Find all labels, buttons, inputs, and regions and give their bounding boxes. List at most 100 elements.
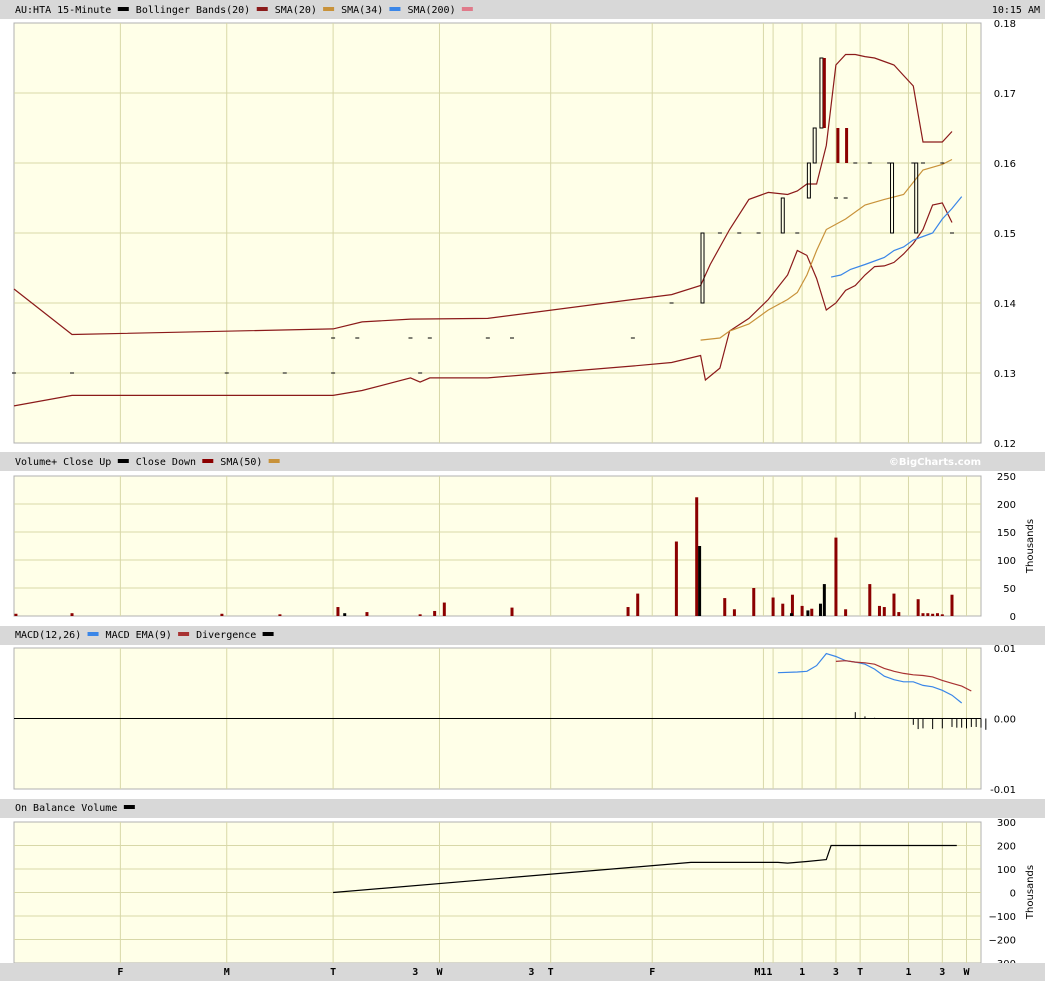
volume-down-bar-1 bbox=[70, 613, 74, 616]
y-tick-label: 50 bbox=[1003, 584, 1016, 595]
y-tick-label: 0 bbox=[1010, 889, 1016, 900]
y-tick-label: −200 bbox=[989, 936, 1016, 947]
volume-up-bar-0 bbox=[343, 613, 347, 616]
y-tick-label: 150 bbox=[997, 528, 1016, 539]
legend-swatch-1 bbox=[202, 459, 214, 463]
volume-down-bar-19 bbox=[790, 594, 794, 616]
macd-legend: MACD(12,26) MACD EMA(9) Divergence bbox=[15, 630, 274, 641]
legend-label-1: MACD EMA(9) bbox=[106, 630, 172, 641]
legend-label-0: MACD(12,26) bbox=[15, 630, 81, 641]
volume-down-bar-35 bbox=[950, 594, 954, 616]
volume-down-bar-16 bbox=[752, 588, 756, 616]
y-tick-label: 0.16 bbox=[994, 159, 1016, 170]
volume-down-bar-13 bbox=[695, 497, 699, 616]
volume-down-bar-7 bbox=[433, 610, 437, 616]
y-tick-label: 0.17 bbox=[994, 89, 1016, 100]
volume-down-bar-20 bbox=[800, 605, 804, 616]
volume-down-bar-32 bbox=[931, 613, 935, 616]
volume-down-bar-17 bbox=[771, 597, 775, 616]
y-tick-label: 200 bbox=[997, 842, 1016, 853]
x-tick-label-6: T bbox=[548, 967, 554, 978]
y-tick-label: 0.13 bbox=[994, 369, 1016, 380]
y-tick-label: 0.18 bbox=[994, 19, 1016, 30]
volume-down-bar-5 bbox=[365, 612, 369, 616]
y-tick-label: 100 bbox=[997, 556, 1016, 567]
legend-swatch-0 bbox=[87, 632, 99, 636]
volume-up-bar-5 bbox=[822, 584, 826, 616]
legend-label-2: SMA(20) bbox=[275, 5, 317, 16]
x-tick-label-7: F bbox=[649, 967, 655, 978]
x-axis-band bbox=[0, 963, 1045, 981]
legend-swatch-1 bbox=[256, 7, 268, 11]
volume-axis-label: Thousands bbox=[1025, 519, 1036, 574]
legend-label-0: Volume+ Close Up bbox=[15, 457, 111, 468]
volume-legend: Volume+ Close Up Close Down SMA(50) bbox=[15, 457, 280, 468]
legend-label-0: AU:HTA 15-Minute bbox=[15, 5, 111, 16]
legend-label-2: SMA(50) bbox=[220, 457, 262, 468]
volume-down-bar-29 bbox=[916, 599, 920, 616]
volume-down-bar-26 bbox=[882, 607, 886, 616]
legend-swatch-1 bbox=[178, 632, 190, 636]
legend-swatch-2 bbox=[262, 632, 274, 636]
obv-legend: On Balance Volume bbox=[15, 803, 135, 814]
volume-down-bar-22 bbox=[834, 537, 838, 616]
brand-watermark: ©BigCharts.com bbox=[889, 457, 981, 468]
legend-swatch-4 bbox=[461, 7, 473, 11]
y-tick-label: −100 bbox=[989, 912, 1016, 923]
y-tick-label: 0.15 bbox=[994, 229, 1016, 240]
legend-swatch-0 bbox=[117, 7, 129, 11]
legend-label-2: Divergence bbox=[196, 630, 256, 641]
legend-label-3: SMA(34) bbox=[341, 5, 383, 16]
x-tick-label-0: F bbox=[117, 967, 123, 978]
volume-down-bar-23 bbox=[844, 609, 848, 616]
volume-down-bar-3 bbox=[278, 614, 282, 616]
volume-down-bar-4 bbox=[336, 607, 340, 616]
x-tick-label-10: 3 bbox=[833, 967, 839, 978]
volume-down-bar-24 bbox=[868, 584, 872, 616]
obv-axis-label: Thousands bbox=[1025, 865, 1036, 920]
volume-down-bar-18 bbox=[781, 603, 785, 616]
legend-label-4: SMA(200) bbox=[407, 5, 455, 16]
x-tick-label-12: 1 bbox=[905, 967, 911, 978]
x-tick-label-1: M bbox=[224, 967, 230, 978]
price-down-bar-1 bbox=[836, 128, 840, 163]
volume-down-bar-15 bbox=[732, 609, 736, 616]
y-tick-label: -0.01 bbox=[990, 785, 1016, 796]
price-down-bar-0 bbox=[822, 58, 826, 128]
legend-label-1: Bollinger Bands(20) bbox=[136, 5, 250, 16]
x-tick-label-9: 1 bbox=[799, 967, 805, 978]
legend-swatch-0 bbox=[117, 459, 129, 463]
legend-swatch-0 bbox=[123, 805, 135, 809]
volume-up-bar-3 bbox=[806, 610, 810, 616]
volume-down-bar-31 bbox=[926, 613, 930, 616]
x-tick-label-11: T bbox=[857, 967, 863, 978]
volume-up-bar-1 bbox=[698, 546, 702, 616]
stock-chart: AU:HTA 15-Minute Bollinger Bands(20) SMA(2… bbox=[0, 0, 1045, 981]
volume-down-bar-28 bbox=[897, 612, 901, 616]
x-tick-label-3: 3 bbox=[412, 967, 418, 978]
legend-label-1: Close Down bbox=[136, 457, 196, 468]
volume-down-bar-27 bbox=[892, 593, 896, 616]
volume-down-bar-10 bbox=[626, 607, 630, 616]
price-down-bar-2 bbox=[845, 128, 849, 163]
legend-swatch-2 bbox=[323, 7, 335, 11]
volume-down-bar-6 bbox=[418, 614, 422, 616]
volume-down-bar-30 bbox=[921, 613, 925, 616]
legend-swatch-3 bbox=[389, 7, 401, 11]
volume-up-bar-2 bbox=[789, 613, 793, 616]
volume-down-bar-8 bbox=[442, 602, 446, 616]
y-tick-label: 300 bbox=[997, 818, 1016, 829]
x-tick-label-13: 3 bbox=[939, 967, 945, 978]
time-label: 10:15 AM bbox=[992, 5, 1040, 16]
volume-down-bar-11 bbox=[636, 593, 640, 616]
volume-down-bar-2 bbox=[220, 613, 224, 616]
y-tick-label: 200 bbox=[997, 500, 1016, 511]
y-tick-label: 0.01 bbox=[994, 644, 1016, 655]
y-tick-label: 0.00 bbox=[994, 715, 1016, 726]
y-tick-label: 0 bbox=[1010, 612, 1016, 623]
volume-down-bar-9 bbox=[510, 607, 514, 616]
x-tick-label-8: M11 bbox=[754, 967, 772, 978]
y-tick-label: 250 bbox=[997, 472, 1016, 483]
volume-down-bar-33 bbox=[935, 613, 939, 616]
volume-down-bar-12 bbox=[674, 541, 678, 616]
